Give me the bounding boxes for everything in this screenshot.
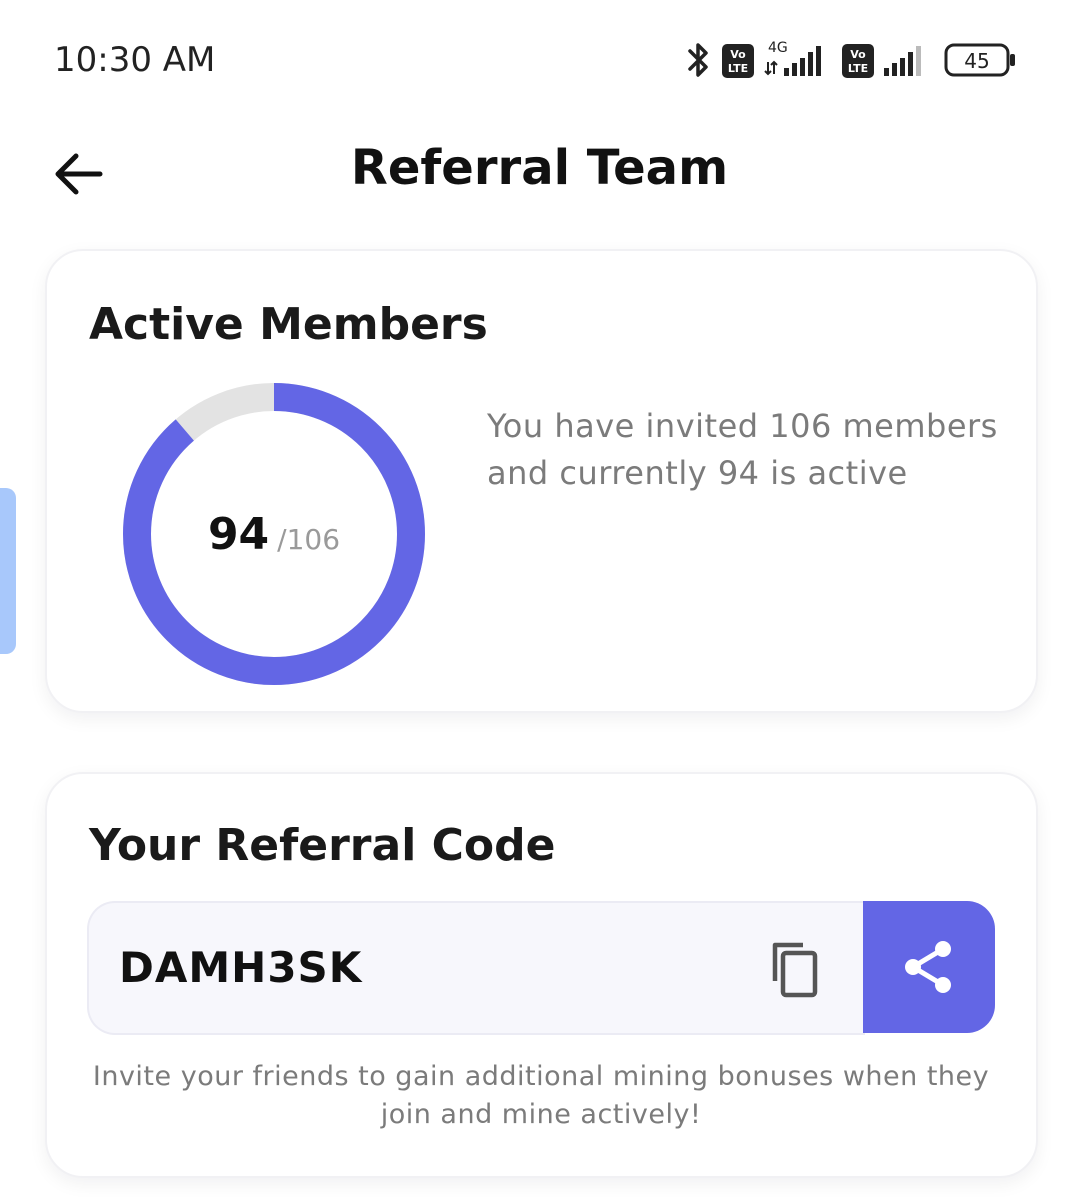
ring-count: 94/106 [121,509,427,560]
svg-text:Vo: Vo [730,48,746,61]
referral-code: DAMH3SK [119,943,363,992]
total-count: /106 [277,523,341,556]
svg-text:LTE: LTE [728,62,748,75]
referral-code-title: Your Referral Code [89,820,556,871]
signal-icon [884,46,921,76]
active-count: 94 [207,509,270,560]
page-title: Referral Team [350,140,729,196]
active-members-title: Active Members [89,299,488,350]
members-description: You have invited 106 members and current… [487,407,998,492]
svg-text:4G: 4G [768,40,788,56]
app-header: Referral Team [0,120,1079,230]
signal-4g-icon: 4G [764,40,821,76]
svg-text:LTE: LTE [848,62,868,75]
copy-button[interactable] [763,937,827,1001]
copy-icon [772,942,818,998]
active-members-card: Active Members 94/106 You have invited 1… [45,249,1038,713]
svg-text:Vo: Vo [850,48,866,61]
side-drawer-handle[interactable] [0,488,16,654]
volte-icon-2: Vo LTE [842,44,874,78]
volte-icon: Vo LTE [722,44,754,78]
status-bar: 10:30 AM Vo LTE 4G Vo LTE 45 [0,0,1079,120]
referral-code-field[interactable]: DAMH3SK [87,901,865,1035]
invite-note: Invite your friends to gain additional m… [92,1061,990,1130]
share-button[interactable] [863,901,995,1033]
status-time: 10:30 AM [54,40,216,80]
battery-icon: 45 [944,43,1015,77]
referral-code-card: Your Referral Code DAMH3SK Invite your f… [45,772,1038,1178]
svg-text:45: 45 [964,49,989,73]
share-icon [905,941,951,993]
bluetooth-icon [688,43,708,77]
